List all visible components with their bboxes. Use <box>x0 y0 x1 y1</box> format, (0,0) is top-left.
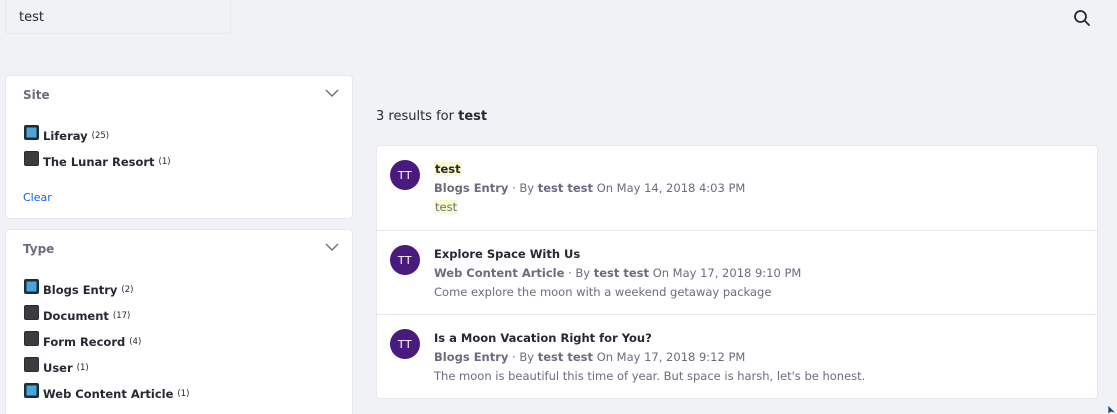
result-date: On May 14, 2018 4:03 PM <box>596 181 746 195</box>
search-input[interactable] <box>6 0 230 35</box>
result-title[interactable]: Is a Moon Vacation Right for You? <box>434 331 652 345</box>
chevron-down-icon[interactable] <box>325 88 339 98</box>
result-type: Blogs Entry <box>434 350 509 364</box>
facet-item-form-record[interactable]: Form Record (4) <box>24 331 141 349</box>
search-icon <box>1074 10 1090 26</box>
search-result: TT Explore Space With Us Web Content Art… <box>377 230 1097 314</box>
search-button[interactable] <box>1072 8 1092 28</box>
result-by: · By <box>568 266 591 280</box>
facet-checkbox[interactable] <box>24 383 39 398</box>
facet-item-liferay[interactable]: Liferay (25) <box>24 125 109 143</box>
facet-count: (4) <box>129 337 142 347</box>
facet-count: (17) <box>112 311 131 321</box>
result-description: Come explore the moon with a weekend get… <box>434 285 772 299</box>
search-bar <box>5 0 231 35</box>
results-summary: 3 results for test <box>376 109 487 124</box>
facet-count: (25) <box>91 131 110 141</box>
result-title[interactable]: test <box>434 162 462 176</box>
result-title[interactable]: Explore Space With Us <box>434 247 580 261</box>
avatar: TT <box>390 245 420 275</box>
type-facet-panel: Type Blogs Entry (2) Document (17) Form … <box>5 229 353 414</box>
results-summary-keyword: test <box>458 109 488 124</box>
result-date: On May 17, 2018 9:10 PM <box>652 266 802 280</box>
result-type: Web Content Article <box>434 266 565 280</box>
facet-item-web-content-article[interactable]: Web Content Article (1) <box>24 383 189 401</box>
facet-checkbox[interactable] <box>24 331 39 346</box>
facet-item-document[interactable]: Document (17) <box>24 305 130 323</box>
result-meta: Web Content Article · By test test On Ma… <box>434 266 801 280</box>
facet-label: Document <box>43 309 109 323</box>
facet-label: User <box>43 361 73 375</box>
result-by: · By <box>512 350 535 364</box>
result-date: On May 17, 2018 9:12 PM <box>596 350 746 364</box>
site-facet-title: Site <box>23 88 50 102</box>
facet-count: (2) <box>121 285 134 295</box>
avatar: TT <box>390 329 420 359</box>
results-summary-prefix: 3 results for <box>376 109 454 124</box>
facet-item-blogs-entry[interactable]: Blogs Entry (2) <box>24 279 133 297</box>
result-by: · By <box>512 181 535 195</box>
facet-checkbox[interactable] <box>24 305 39 320</box>
facet-item-the-lunar-resort[interactable]: The Lunar Resort (1) <box>24 151 171 169</box>
facet-label: Liferay <box>43 129 88 143</box>
results-list: TT test Blogs Entry · By test test On Ma… <box>376 145 1098 399</box>
result-author: test test <box>593 266 650 280</box>
facet-count: (1) <box>158 157 171 167</box>
type-facet-header[interactable]: Type <box>6 230 352 268</box>
clear-link[interactable]: Clear <box>23 191 52 204</box>
result-type: Blogs Entry <box>434 181 509 195</box>
result-meta: Blogs Entry · By test test On May 14, 20… <box>434 181 745 195</box>
result-author: test test <box>537 350 594 364</box>
facet-item-user[interactable]: User (1) <box>24 357 89 375</box>
facet-label: Web Content Article <box>43 387 174 401</box>
result-meta: Blogs Entry · By test test On May 17, 20… <box>434 350 745 364</box>
site-facet-panel: Site Liferay (25) The Lunar Resort (1) C… <box>5 75 353 219</box>
facet-label: The Lunar Resort <box>43 155 155 169</box>
facet-label: Blogs Entry <box>43 283 118 297</box>
facet-count: (1) <box>76 363 89 373</box>
result-description: test <box>434 200 459 214</box>
mouse-cursor-icon <box>1107 404 1117 414</box>
type-facet-title: Type <box>23 242 55 256</box>
facet-checkbox[interactable] <box>24 279 39 294</box>
facet-count: (1) <box>177 389 190 399</box>
facet-checkbox[interactable] <box>24 357 39 372</box>
site-facet-header[interactable]: Site <box>6 76 352 114</box>
avatar: TT <box>390 160 420 190</box>
facet-checkbox[interactable] <box>24 151 39 166</box>
facet-label: Form Record <box>43 335 126 349</box>
search-result: TT Is a Moon Vacation Right for You? Blo… <box>377 314 1097 398</box>
facet-checkbox[interactable] <box>24 125 39 140</box>
result-description: The moon is beautiful this time of year.… <box>434 369 866 383</box>
result-author: test test <box>537 181 594 195</box>
chevron-down-icon[interactable] <box>325 242 339 252</box>
search-result: TT test Blogs Entry · By test test On Ma… <box>377 146 1097 230</box>
